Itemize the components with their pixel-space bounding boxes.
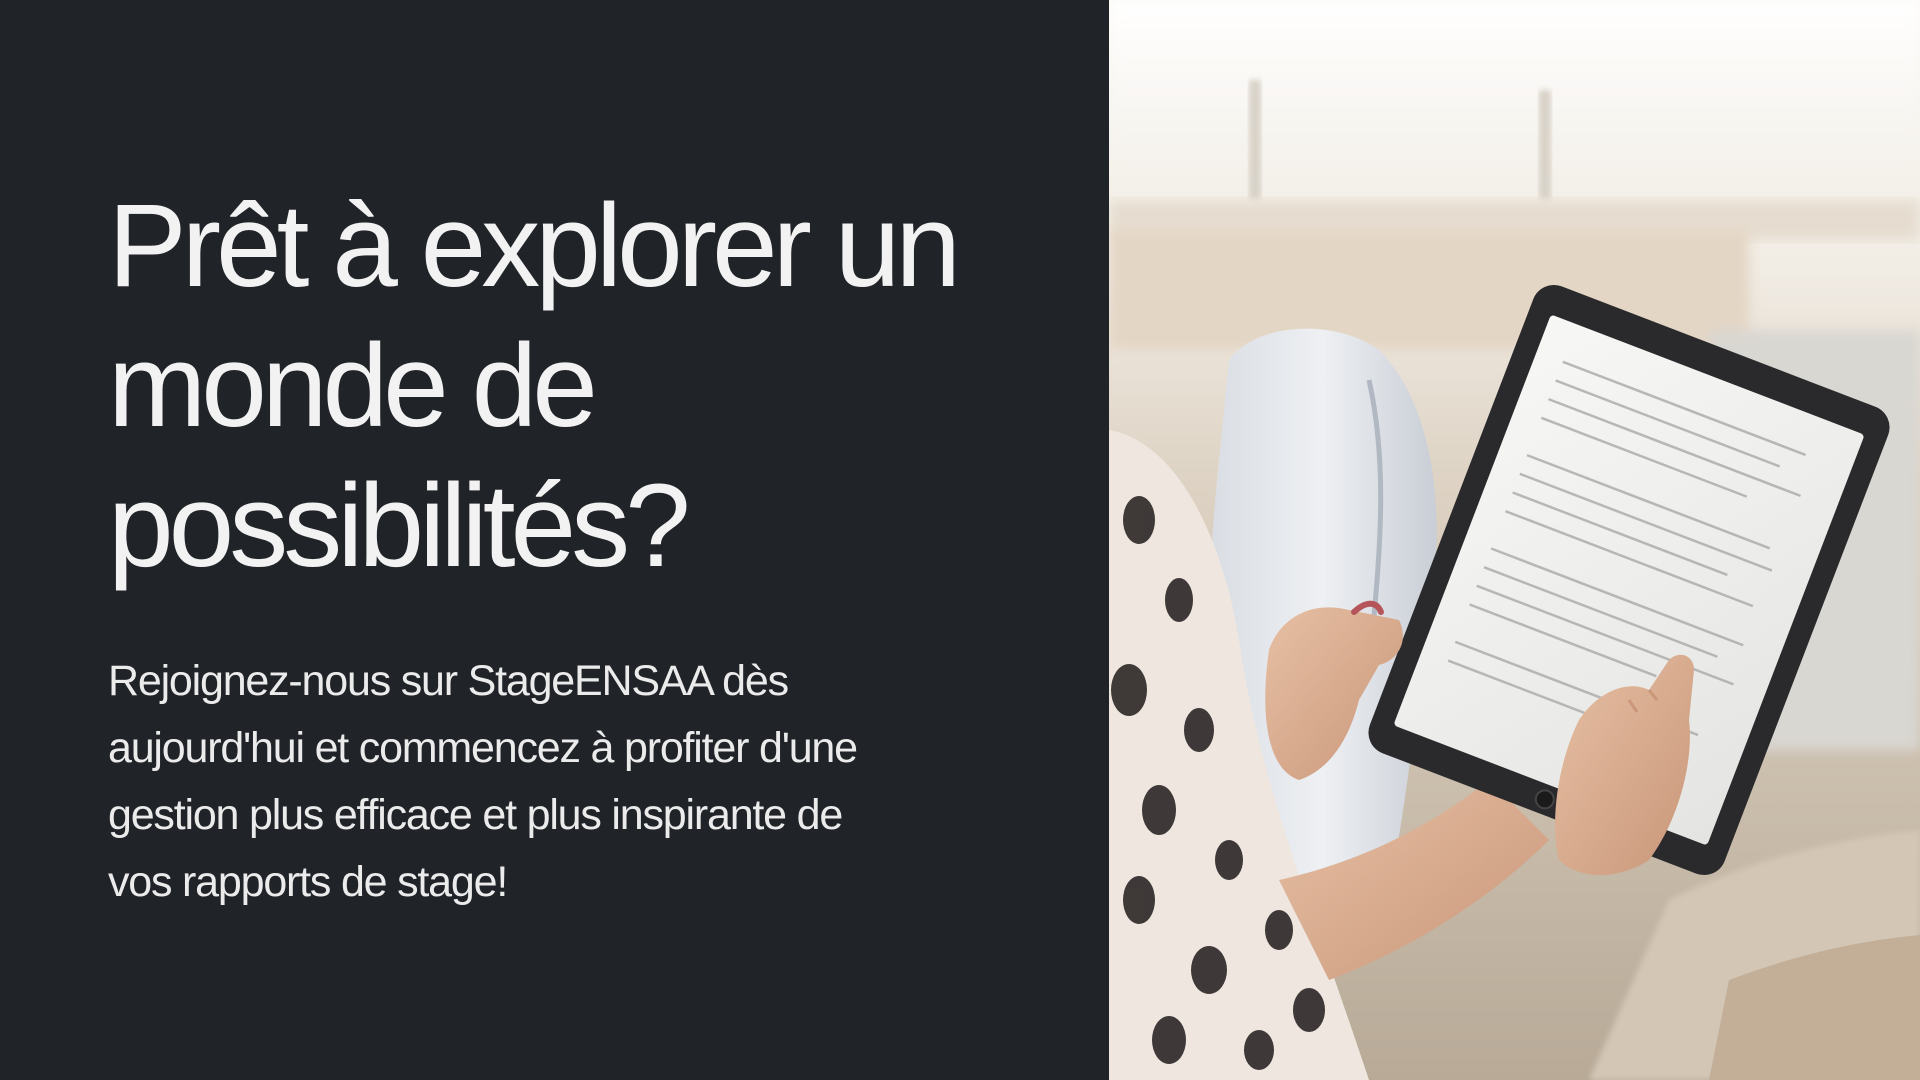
- headline-line-1: Prêt à explorer un: [108, 180, 961, 312]
- body-line-4: vos rapports de stage!: [108, 858, 508, 906]
- body-line-2: aujourd'hui et commencez à profiter d'un…: [108, 724, 858, 772]
- headline-line-3: possibilités?: [108, 460, 691, 592]
- body-line-3: gestion plus efficace et plus inspirante…: [108, 791, 843, 839]
- body-line-1: Rejoignez-nous sur StageENSAA dès: [108, 657, 789, 705]
- headline-line-2: monde de: [108, 320, 598, 452]
- tablet-reading-photo: [1109, 0, 1920, 1080]
- headline: Prêt à explorer un monde de possibilités…: [108, 176, 1068, 596]
- text-panel: Prêt à explorer un monde de possibilités…: [0, 0, 1109, 1080]
- body-paragraph: Rejoignez-nous sur StageENSAA dès aujour…: [108, 648, 1068, 916]
